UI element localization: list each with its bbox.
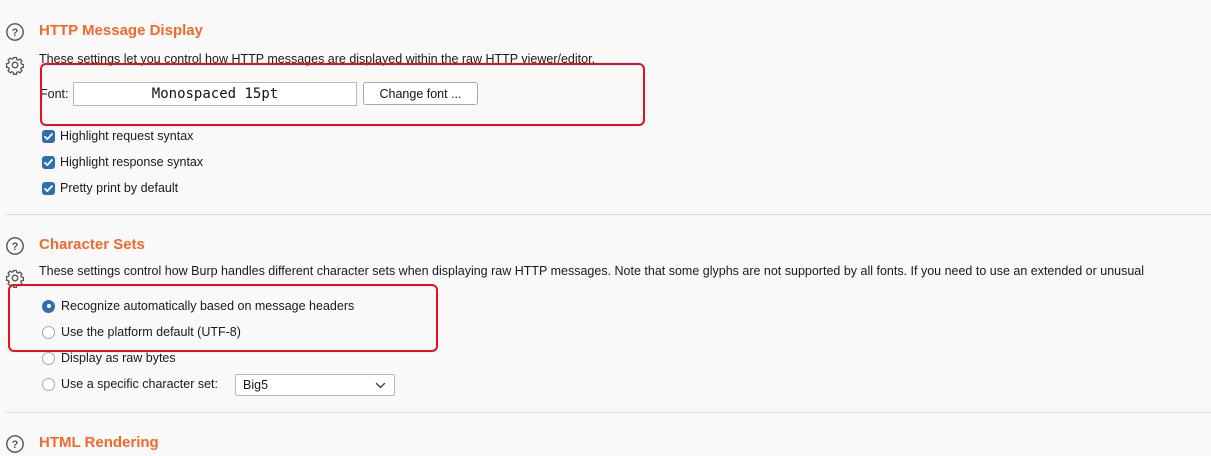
settings-page: ? HTTP Message Display These settings le…	[0, 0, 1211, 456]
radio-row-specific-charset[interactable]: Use a specific character set:	[42, 375, 218, 393]
svg-text:?: ?	[12, 27, 19, 39]
radio-label: Use a specific character set:	[61, 377, 219, 391]
radio-label: Display as raw bytes	[61, 351, 176, 365]
highlight-box-font	[40, 63, 645, 126]
radio-raw-bytes[interactable]	[42, 351, 55, 365]
checkbox-row-highlight-response[interactable]: Highlight response syntax	[42, 153, 203, 171]
checkbox-label: Highlight request syntax	[60, 129, 194, 143]
checkmark-icon	[44, 132, 53, 140]
svg-text:?: ?	[12, 241, 19, 253]
checkbox-label: Highlight response syntax	[60, 155, 204, 169]
checkbox-pretty-print[interactable]	[42, 181, 55, 195]
help-icon[interactable]: ?	[5, 434, 25, 454]
checkbox-highlight-response[interactable]	[42, 155, 55, 169]
gear-icon[interactable]	[5, 55, 25, 75]
help-icon[interactable]: ?	[5, 22, 25, 42]
charset-select[interactable]: Big5	[235, 374, 395, 396]
help-icon[interactable]: ?	[5, 236, 25, 256]
svg-text:?: ?	[12, 439, 19, 451]
highlight-box-charset	[8, 284, 438, 352]
checkbox-row-highlight-request[interactable]: Highlight request syntax	[42, 127, 193, 145]
section-description-character-sets: These settings control how Burp handles …	[39, 264, 1145, 278]
section-divider	[5, 214, 1211, 215]
section-title-http-message-display: HTTP Message Display	[39, 22, 203, 39]
section-title-character-sets: Character Sets	[39, 236, 145, 253]
charset-select-value: Big5	[243, 378, 269, 392]
checkmark-icon	[44, 158, 53, 166]
section-divider	[5, 412, 1211, 413]
checkmark-icon	[44, 184, 53, 192]
checkbox-label: Pretty print by default	[60, 181, 179, 195]
section-title-html-rendering: HTML Rendering	[39, 434, 159, 451]
chevron-down-icon	[375, 382, 386, 389]
checkbox-row-pretty-print[interactable]: Pretty print by default	[42, 179, 178, 197]
checkbox-highlight-request[interactable]	[42, 129, 55, 143]
radio-specific-charset[interactable]	[42, 377, 55, 391]
